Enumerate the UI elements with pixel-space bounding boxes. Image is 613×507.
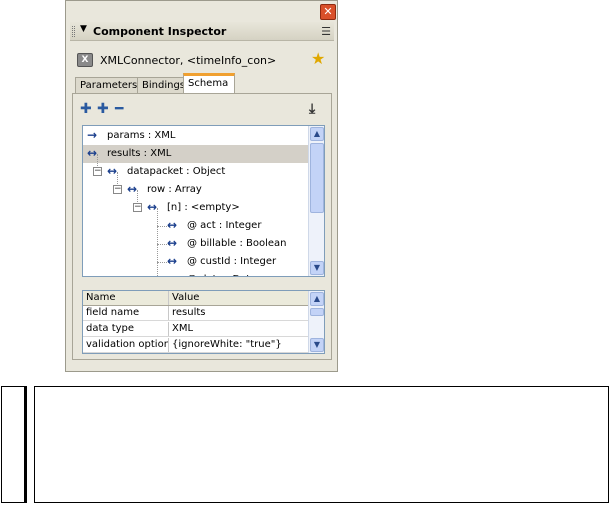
property-name: field name (86, 307, 140, 318)
import-schema-icon[interactable]: ⤓ (309, 102, 315, 118)
property-name: validation options (86, 339, 168, 350)
tree-item[interactable]: − ↔ [n] : <empty> (83, 190, 309, 217)
table-row[interactable]: validation options {ignoreWhite: "true"} (83, 338, 310, 353)
property-value[interactable]: XML (172, 323, 308, 334)
column-header-value: Value (172, 292, 200, 303)
component-icon: X (77, 53, 93, 67)
bidirectional-arrow-icon: ↔ (147, 200, 158, 214)
schema-tab-content: ✚ ✚ ━ ⤓ → params : XML ↔ results : XML − ↔ dat… (72, 93, 332, 360)
panel-title: Component Inspector (93, 25, 227, 38)
tree-connector (157, 226, 158, 244)
scroll-down-icon[interactable]: ▼ (310, 338, 324, 352)
tree-item-label: row : Array (147, 184, 202, 195)
tree-item[interactable]: ↔ @ act : Integer (83, 208, 309, 235)
bidirectional-arrow-icon: ↔ (127, 182, 138, 196)
table-row[interactable]: data type XML (83, 322, 310, 337)
component-name: XMLConnector, <timeInfo_con> (100, 54, 277, 67)
tree-item-label: @ custId : Integer (187, 256, 277, 267)
property-value[interactable]: results (172, 307, 308, 318)
scroll-up-icon[interactable]: ▲ (310, 292, 324, 306)
panel-titlebar[interactable]: ▼ Component Inspector ☰ (70, 22, 334, 41)
collapse-toggle-icon[interactable]: − (113, 185, 122, 194)
collapse-toggle-icon[interactable]: − (133, 203, 142, 212)
property-value[interactable]: {ignoreWhite: "true"} (172, 339, 308, 350)
close-icon[interactable]: ✕ (320, 4, 336, 20)
column-divider[interactable] (168, 291, 169, 305)
remove-field-icon[interactable]: ━ (115, 102, 123, 118)
param-arrow-icon: → (87, 128, 98, 142)
panel-options-menu-icon[interactable]: ☰ (321, 25, 331, 38)
tree-item[interactable]: ↔ @ date : Date (83, 262, 309, 276)
scroll-thumb[interactable] (310, 143, 324, 213)
column-header-name: Name (86, 292, 116, 303)
tree-item-label: datapacket : Object (127, 166, 226, 177)
collapse-toggle-icon[interactable]: − (93, 167, 102, 176)
tree-connector (157, 208, 158, 226)
tree-item[interactable]: ↔ results : XML (83, 145, 309, 163)
tab-bindings[interactable]: Bindings (137, 77, 185, 94)
collapse-arrow-icon[interactable]: ▼ (80, 24, 87, 34)
tree-item[interactable]: − ↔ row : Array (83, 172, 309, 199)
grid-scrollbar[interactable]: ▲ ▼ (308, 291, 324, 353)
table-row[interactable]: field name results (83, 306, 310, 321)
tree-item[interactable]: → params : XML (83, 127, 309, 145)
field-properties-grid: Name Value field name results data type … (82, 290, 325, 354)
tree-scrollbar[interactable]: ▲ ▼ (308, 126, 324, 276)
tab-schema[interactable]: Schema (183, 73, 235, 94)
component-inspector-panel: ✕ ▼ Component Inspector ☰ X XMLConnector… (65, 0, 338, 372)
grid-header: Name Value (83, 291, 310, 306)
scroll-up-icon[interactable]: ▲ (310, 127, 324, 141)
bidirectional-arrow-icon: ↔ (167, 218, 178, 232)
tree-item-label: params : XML (107, 130, 176, 141)
bottom-box (34, 386, 609, 503)
tree-item-label: @ act : Integer (187, 220, 262, 231)
tree-item-label: @ billable : Boolean (187, 238, 287, 249)
add-field-icon[interactable]: ✚ (80, 102, 92, 118)
bidirectional-arrow-icon: ↔ (87, 146, 98, 160)
bidirectional-arrow-icon: ↔ (167, 254, 178, 268)
side-box (1, 386, 27, 503)
drag-grip-icon[interactable] (72, 26, 75, 37)
tree-item-label: @ date : Date (187, 274, 256, 276)
tree-item[interactable]: ↔ @ billable : Boolean (83, 226, 309, 253)
scroll-down-icon[interactable]: ▼ (310, 261, 324, 275)
behavior-wand-icon[interactable]: ★ (311, 49, 325, 68)
tree-item-label: results : XML (107, 148, 172, 159)
scroll-thumb[interactable] (310, 308, 324, 316)
bidirectional-arrow-icon: ↔ (107, 164, 118, 178)
schema-tree: → params : XML ↔ results : XML − ↔ datapacket … (82, 125, 325, 277)
column-divider (168, 322, 169, 336)
column-divider (168, 306, 169, 320)
bidirectional-arrow-icon: ↔ (167, 273, 177, 276)
tree-connector (157, 262, 158, 276)
column-divider (168, 338, 169, 352)
tree-item[interactable]: ↔ @ custId : Integer (83, 244, 309, 271)
add-child-field-icon[interactable]: ✚ (97, 102, 109, 118)
tree-connector (157, 244, 158, 262)
property-name: data type (86, 323, 135, 334)
tree-item-label: [n] : <empty> (167, 202, 240, 213)
bidirectional-arrow-icon: ↔ (167, 236, 178, 250)
tab-parameters[interactable]: Parameters (75, 77, 138, 94)
